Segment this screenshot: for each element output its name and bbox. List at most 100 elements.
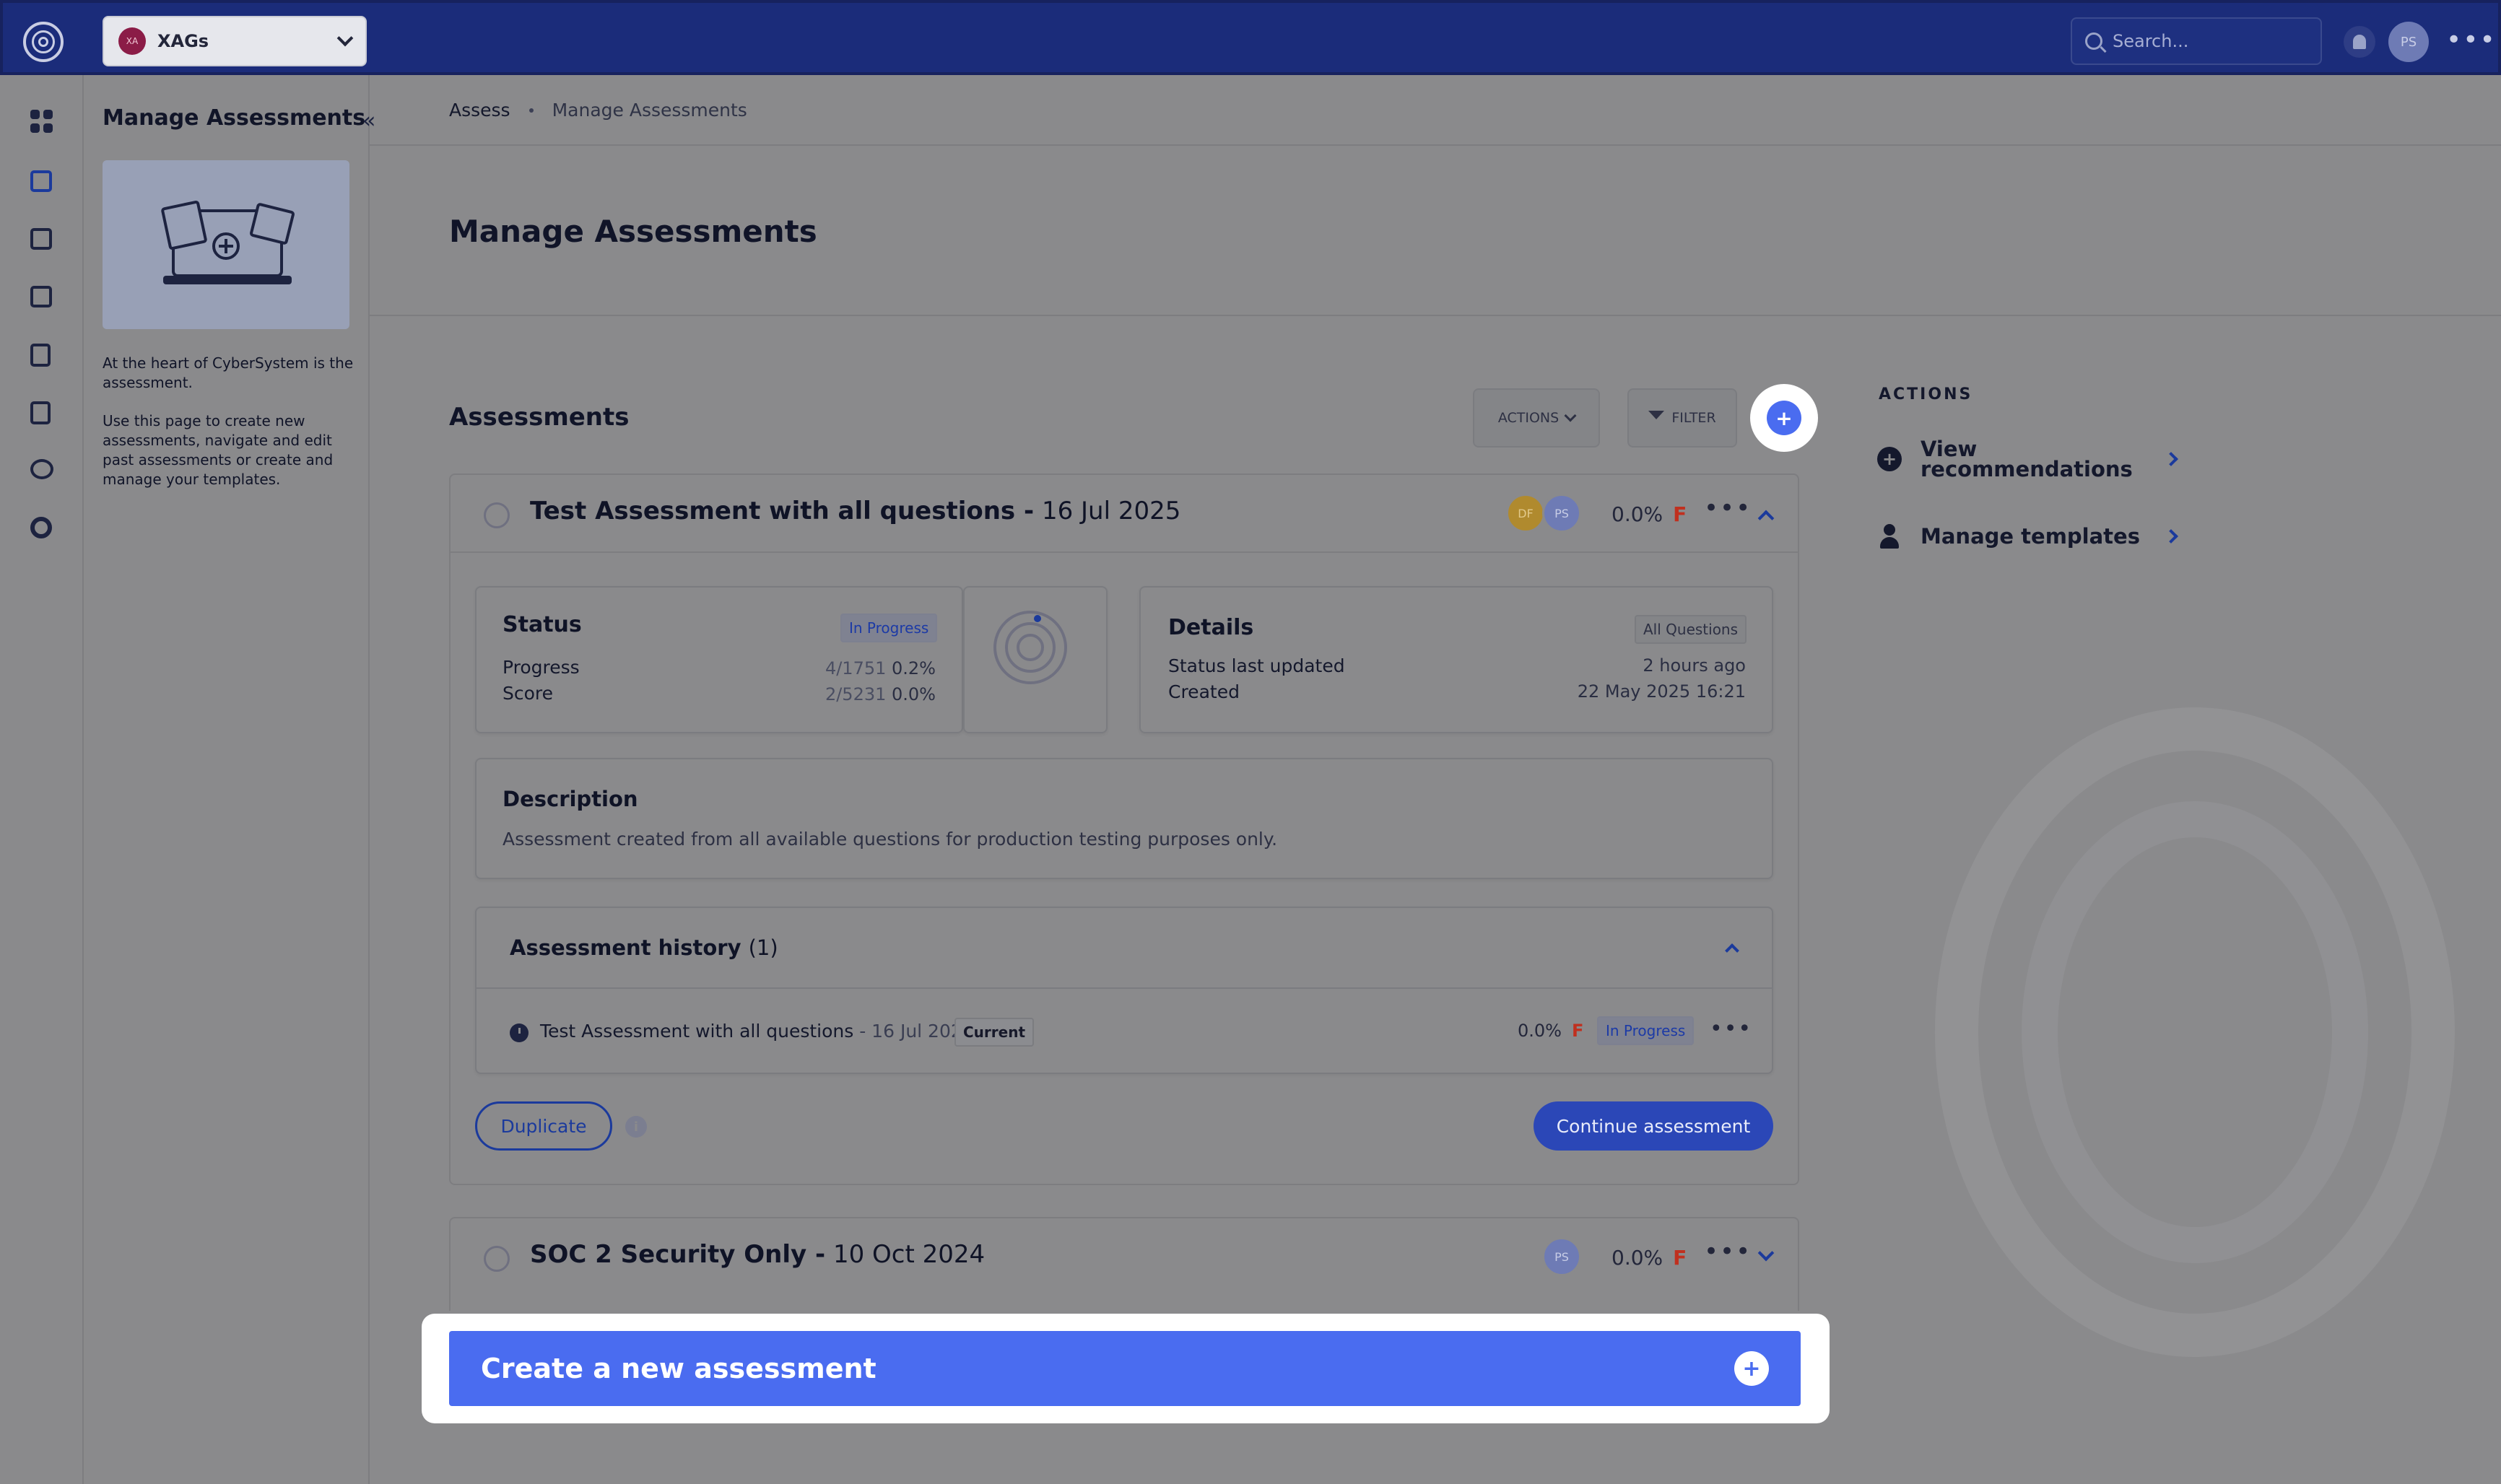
help-panel-title: Manage Assessments <box>103 105 366 131</box>
history-status-badge: In Progress <box>1597 1016 1695 1045</box>
action-label: View recommendations <box>1921 437 2133 481</box>
top-bar: XA XAGs PS ••• <box>0 0 2501 75</box>
assessment-card-header[interactable]: Test Assessment with all questions - 16 … <box>451 475 1798 553</box>
select-radio[interactable] <box>484 1246 510 1272</box>
created-label: Created <box>1168 681 1240 702</box>
org-name: XAGs <box>157 31 209 51</box>
org-selector[interactable]: XA XAGs <box>103 16 367 66</box>
search-icon <box>2085 32 2102 50</box>
description-text: Assessment created from all available qu… <box>503 829 1278 850</box>
create-assessment-label: Create a new assessment <box>481 1353 877 1384</box>
help-text-intro: At the heart of CyberSystem is the asses… <box>103 354 354 391</box>
status-updated-value: 2 hours ago <box>1643 655 1746 676</box>
assessment-card-header[interactable]: SOC 2 Security Only - 10 Oct 2024 PS 0.0… <box>451 1218 1798 1296</box>
org-avatar: XA <box>118 27 146 55</box>
breadcrumb-assess[interactable]: Assess <box>449 100 510 121</box>
more-options-icon[interactable]: ••• <box>1710 1018 1752 1040</box>
history-title[interactable]: Assessment history (1) <box>510 935 778 960</box>
breadcrumb-separator <box>529 108 534 113</box>
assessment-title[interactable]: SOC 2 Security Only - 10 Oct 2024 <box>530 1240 985 1269</box>
review-eye-icon[interactable] <box>30 459 53 479</box>
plus-icon: + <box>1734 1351 1769 1386</box>
edit-icon[interactable] <box>30 228 52 250</box>
breadcrumb: Assess Manage Assessments <box>449 100 747 121</box>
chevron-down-icon <box>1564 409 1577 422</box>
assessment-score: 0.0% F <box>1611 1246 1687 1270</box>
history-entry-score: 0.0% F <box>1518 1021 1584 1041</box>
score-value: 2/5231 0.0% <box>825 684 936 704</box>
chevron-right-icon <box>2164 452 2178 466</box>
view-recommendations-link[interactable]: + View recommendations <box>1877 437 2195 481</box>
manage-templates-link[interactable]: Manage templates <box>1877 524 2195 549</box>
decorative-rings <box>2022 801 2368 1263</box>
assessment-card: SOC 2 Security Only - 10 Oct 2024 PS 0.0… <box>449 1217 1799 1311</box>
breadcrumb-current: Manage Assessments <box>552 100 747 121</box>
chevron-up-icon[interactable] <box>1757 510 1775 527</box>
assessments-section-title: Assessments <box>449 403 630 432</box>
history-panel <box>475 907 1773 1074</box>
continue-assessment-button[interactable]: Continue assessment <box>1534 1101 1773 1151</box>
description-label: Description <box>503 787 638 811</box>
clock-icon <box>510 1023 529 1042</box>
actions-dropdown-button[interactable]: ACTIONS <box>1473 388 1600 448</box>
status-label: Status <box>503 612 582 637</box>
more-options-icon[interactable]: ••• <box>1704 1239 1752 1264</box>
nav-rail <box>0 75 84 1484</box>
progress-value: 4/1751 0.2% <box>825 658 936 678</box>
divider <box>370 315 2501 316</box>
bell-icon <box>2353 35 2366 49</box>
current-badge: Current <box>954 1018 1035 1047</box>
divider <box>370 144 2501 146</box>
add-assessment-button[interactable]: + <box>1767 401 1801 435</box>
help-panel: Manage Assessments « At the heart of Cyb… <box>84 75 375 1484</box>
assessment-illustration <box>103 160 349 329</box>
info-icon[interactable]: i <box>625 1116 647 1138</box>
verified-doc-icon[interactable] <box>30 286 52 307</box>
chevron-down-icon <box>336 30 354 47</box>
assessment-title[interactable]: Test Assessment with all questions - 16 … <box>530 497 1180 525</box>
filter-icon <box>1648 411 1665 425</box>
question-set-badge: All Questions <box>1635 615 1747 644</box>
person-icon <box>1877 524 1902 549</box>
dashboard-icon[interactable] <box>30 110 53 133</box>
add-assessment-button-highlight: + <box>1750 384 1818 452</box>
clipboard-icon[interactable] <box>30 344 51 367</box>
progress-label: Progress <box>503 657 580 678</box>
search-input[interactable] <box>2113 31 2300 51</box>
assessment-score: 0.0% F <box>1611 502 1687 526</box>
gauge-marker <box>1034 615 1041 622</box>
chevron-down-icon[interactable] <box>1757 1244 1775 1262</box>
details-label: Details <box>1168 615 1254 640</box>
page-title: Manage Assessments <box>449 214 817 249</box>
help-text-usage: Use this page to create new assessments,… <box>103 412 334 488</box>
chevron-right-icon <box>2164 529 2178 544</box>
assessments-icon[interactable] <box>30 170 52 192</box>
status-badge: In Progress <box>840 614 938 642</box>
action-label: Manage templates <box>1921 524 2140 549</box>
divider <box>477 987 1772 989</box>
search-box[interactable] <box>2071 17 2322 65</box>
score-label: Score <box>503 683 554 704</box>
avatar: PS <box>1542 1237 1581 1276</box>
select-radio[interactable] <box>484 502 510 528</box>
history-entry-name[interactable]: Test Assessment with all questions - 16 … <box>540 1021 974 1042</box>
plus-circle-icon: + <box>1877 447 1902 471</box>
status-updated-label: Status last updated <box>1168 655 1345 676</box>
more-menu-icon[interactable]: ••• <box>2446 27 2497 53</box>
actions-panel-title: ACTIONS <box>1879 385 1973 403</box>
filter-label: FILTER <box>1671 410 1716 426</box>
progress-gauge-icon <box>993 611 1067 684</box>
more-options-icon[interactable]: ••• <box>1704 496 1752 520</box>
duplicate-button[interactable]: Duplicate <box>475 1101 612 1151</box>
collapse-panel-icon[interactable]: « <box>362 108 375 134</box>
create-assessment-button[interactable]: Create a new assessment + <box>449 1331 1801 1406</box>
report-icon[interactable] <box>30 401 51 424</box>
description-panel <box>475 758 1773 879</box>
user-avatar[interactable]: PS <box>2388 22 2429 62</box>
notifications-button[interactable] <box>2344 26 2375 58</box>
created-value: 22 May 2025 16:21 <box>1577 681 1746 702</box>
gear-icon[interactable] <box>30 517 52 538</box>
app-logo-icon[interactable] <box>23 22 64 62</box>
avatar: DF <box>1506 494 1545 533</box>
filter-button[interactable]: FILTER <box>1627 388 1737 448</box>
